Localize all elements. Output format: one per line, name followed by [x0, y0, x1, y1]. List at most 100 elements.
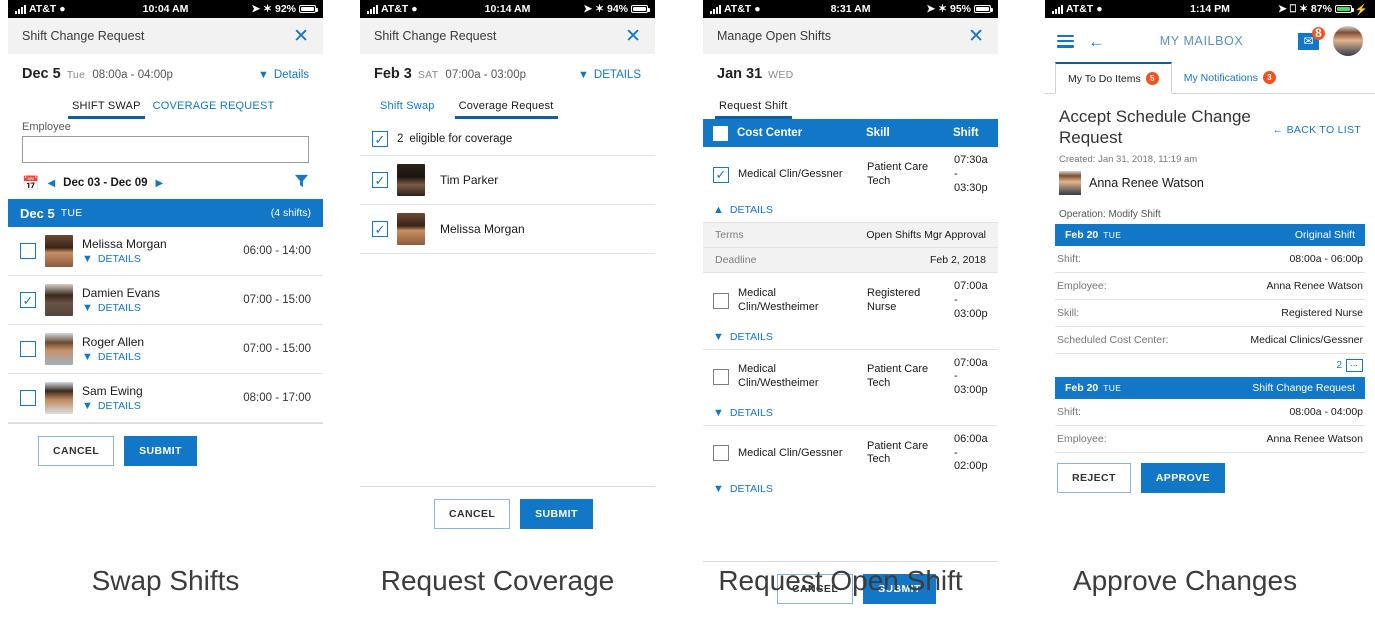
details-toggle[interactable]: ▼ DETAILS: [578, 69, 641, 81]
row-checkbox[interactable]: [20, 390, 36, 406]
table-row[interactable]: Medical Clin/Westheimer Patient Care Tec…: [703, 350, 998, 405]
row-text: Damien Evans ▼ DETAILS: [82, 286, 160, 314]
tab-coverage-request[interactable]: COVERAGE REQUEST: [147, 92, 281, 119]
cancel-button[interactable]: CANCEL: [38, 436, 115, 466]
close-icon[interactable]: ✕: [293, 27, 309, 46]
select-all-checkbox[interactable]: [372, 131, 388, 147]
menu-icon[interactable]: [1057, 34, 1074, 48]
change-date: Feb 20: [1065, 381, 1099, 394]
tab-label: My To Do Items: [1068, 72, 1141, 85]
back-arrow-icon[interactable]: ←: [1088, 33, 1105, 50]
panel-request-coverage: AT&T ● 10:14 AM ➤ ✶ 94% Shift Change Req…: [360, 0, 655, 541]
row-checkbox[interactable]: [372, 172, 388, 188]
detail-key: Terms: [715, 229, 744, 242]
employee-input[interactable]: [22, 136, 309, 163]
row-details-toggle[interactable]: ▲ DETAILS: [703, 202, 998, 224]
mail-icon[interactable]: ✉ 8: [1298, 26, 1325, 50]
list-item[interactable]: Roger Allen ▼ DETAILS 07:00 - 15:00: [8, 325, 323, 374]
list-item[interactable]: Melissa Morgan ▼ DETAILS 06:00 - 14:00: [8, 227, 323, 276]
reject-button[interactable]: REJECT: [1057, 462, 1131, 493]
bluetooth-icon: ✶: [595, 3, 604, 15]
calendar-icon[interactable]: 📅: [22, 175, 39, 192]
filter-icon[interactable]: [294, 173, 309, 193]
row-details-toggle[interactable]: ▼ DETAILS: [703, 481, 998, 501]
close-icon[interactable]: ✕: [968, 27, 984, 46]
list-item[interactable]: Damien Evans ▼ DETAILS 07:00 - 15:00: [8, 276, 323, 325]
row-text: Roger Allen ▼ DETAILS: [82, 335, 144, 363]
row-details-toggle[interactable]: ▼ DETAILS: [82, 302, 160, 314]
approve-button[interactable]: APPROVE: [1140, 462, 1225, 493]
list-item[interactable]: Sam Ewing ▼ DETAILS 08:00 - 17:00: [8, 374, 323, 423]
details-toggle[interactable]: ▼ Details: [258, 69, 309, 81]
comments-indicator[interactable]: 2 ⋯: [1055, 354, 1365, 377]
field-key: Employee:: [1057, 279, 1107, 292]
tab-coverage-request[interactable]: Coverage Request: [453, 92, 560, 119]
shift-date-bar: Dec 5 Tue 08:00a - 04:00p ▼ Details: [8, 54, 323, 88]
request-title: Accept Schedule Change Request: [1059, 107, 1251, 148]
shift-dow: Tue: [66, 69, 86, 81]
shift-date-bar: Feb 3 SAT 07:00a - 03:00p ▼ DETAILS: [360, 54, 655, 88]
tab-shift-swap[interactable]: SHIFT SWAP: [66, 92, 147, 119]
prev-week-arrow-icon[interactable]: ◀: [47, 178, 55, 189]
row-details-toggle[interactable]: ▼ DETAILS: [82, 253, 167, 265]
tab-my-notifications[interactable]: My Notifications 3: [1172, 62, 1288, 93]
original-dow: TUE: [1103, 229, 1122, 240]
row-checkbox[interactable]: [713, 166, 729, 183]
cancel-button[interactable]: CANCEL: [434, 499, 511, 529]
row-checkbox[interactable]: [372, 221, 388, 237]
day-header-count: (4 shifts): [270, 207, 311, 219]
row-details-toggle[interactable]: ▼ DETAILS: [703, 329, 998, 350]
close-icon[interactable]: ✕: [625, 27, 641, 46]
tabs: Shift Swap Coverage Request: [360, 88, 655, 119]
field-value: 08:00a - 06:00p: [1289, 252, 1363, 265]
row-details-toggle[interactable]: ▼ DETAILS: [82, 351, 144, 363]
field-value: Anna Renee Watson: [1266, 279, 1363, 292]
avatar: [397, 164, 425, 196]
location-icon: ➤: [583, 3, 593, 15]
row-checkbox[interactable]: [20, 341, 36, 357]
chevron-down-icon: ▼: [82, 400, 93, 412]
row-details-label: DETAILS: [729, 406, 773, 419]
tabs: SHIFT SWAP COVERAGE REQUEST: [8, 88, 323, 119]
field-value: Registered Nurse: [1281, 306, 1363, 319]
avatar: [45, 284, 73, 316]
shift-hours: 06:00 - 14:00: [243, 245, 311, 257]
row-details-toggle[interactable]: ▼ DETAILS: [703, 405, 998, 426]
tab-label: My Notifications: [1183, 71, 1258, 84]
table-row[interactable]: Medical Clin/Gessner Patient Care Tech 0…: [703, 426, 998, 481]
back-to-list-link[interactable]: ← BACK TO LIST: [1273, 124, 1361, 136]
details-label: Details: [273, 69, 309, 81]
detail-value: Feb 2, 2018: [929, 254, 986, 267]
cell-skill: Patient Care Tech: [867, 439, 929, 466]
eligible-row[interactable]: 2 eligible for coverage: [360, 119, 655, 155]
tab-shift-swap[interactable]: Shift Swap: [374, 92, 453, 119]
table-row[interactable]: Medical Clin/Gessner Patient Care Tech 0…: [703, 147, 998, 202]
eligible-label: eligible for coverage: [409, 133, 513, 145]
row-checkbox[interactable]: [713, 292, 729, 309]
submit-button[interactable]: SUBMIT: [520, 499, 593, 529]
employee-name: Roger Allen: [82, 335, 145, 349]
row-checkbox[interactable]: [713, 369, 729, 386]
row-checkbox[interactable]: [20, 243, 36, 259]
tab-request-shift[interactable]: Request Shift: [713, 92, 794, 119]
row-details-label: DETAILS: [97, 302, 141, 314]
signal-bars-icon: [15, 4, 26, 14]
table-row[interactable]: Medical Clin/Westheimer Registered Nurse…: [703, 273, 998, 328]
list-item[interactable]: Tim Parker: [360, 155, 655, 205]
list-item[interactable]: Melissa Morgan: [360, 205, 655, 254]
submit-button[interactable]: SUBMIT: [124, 436, 197, 466]
row-checkbox[interactable]: [713, 445, 729, 462]
avatar[interactable]: [1333, 26, 1363, 56]
row-details-toggle[interactable]: ▼ DETAILS: [82, 400, 143, 412]
battery-percent: 95%: [949, 3, 971, 15]
tab-my-todo-items[interactable]: My To Do Items 5: [1055, 62, 1172, 94]
original-label: Original Shift: [1294, 228, 1355, 241]
row-checkbox[interactable]: [20, 292, 36, 308]
field-key: Shift:: [1057, 405, 1081, 418]
status-left: AT&T ●: [1052, 3, 1103, 15]
select-all-checkbox[interactable]: [713, 125, 728, 141]
next-week-arrow-icon[interactable]: ▶: [156, 178, 164, 189]
battery-icon: [1334, 5, 1354, 13]
title-bar: Shift Change Request ✕: [8, 18, 323, 54]
row-text: Sam Ewing ▼ DETAILS: [82, 384, 143, 412]
